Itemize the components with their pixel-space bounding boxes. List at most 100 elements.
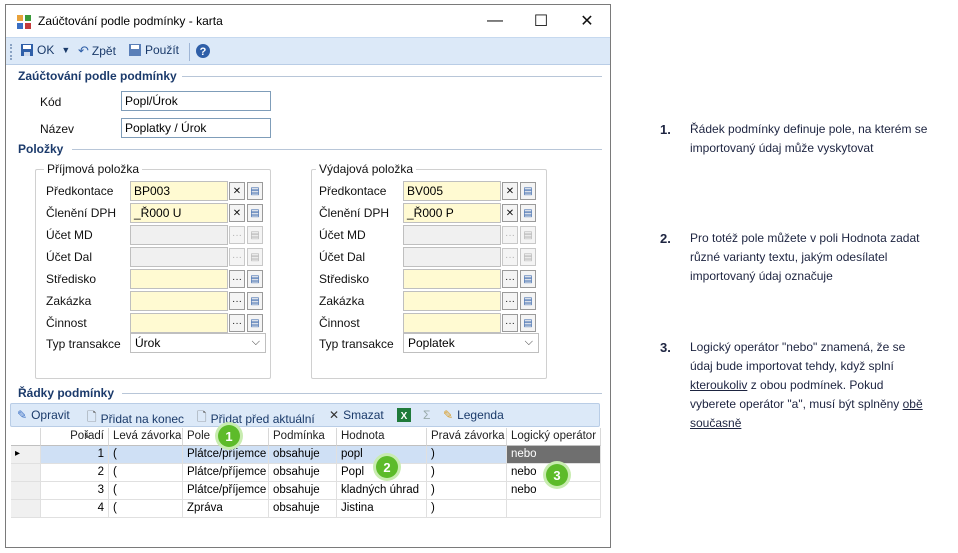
apply-button[interactable]: Použít <box>128 43 179 57</box>
clear-icon[interactable]: ✕ <box>502 182 518 200</box>
table-cell[interactable]: ) <box>427 500 507 518</box>
table-cell[interactable]: Jistina <box>337 500 427 518</box>
table-row[interactable]: 4(Zpráva obsahuje Jistina) <box>11 500 601 518</box>
expense-field-input[interactable]: _Ř000 P <box>403 203 501 223</box>
table-cell[interactable]: Plátce/příjemce <box>183 482 269 500</box>
table-cell[interactable]: ( <box>109 500 183 518</box>
row-selector[interactable]: ▸ <box>11 446 41 464</box>
column-header[interactable]: Pořadí <box>41 428 109 446</box>
expense-typ-select[interactable]: Poplatek ⌵ <box>403 333 539 353</box>
expense-field-input[interactable] <box>403 313 501 333</box>
lookup-table-icon[interactable]: ▤ <box>247 270 263 288</box>
table-cell[interactable]: obsahuje <box>269 446 337 464</box>
table-cell[interactable]: ) <box>427 482 507 500</box>
ellipsis-icon[interactable]: ··· <box>502 226 518 244</box>
column-header[interactable]: Hodnota <box>337 428 427 446</box>
expense-field-input[interactable] <box>403 291 501 311</box>
table-cell[interactable]: Plátce/příjemce <box>183 464 269 482</box>
excel-button[interactable]: X <box>397 408 411 422</box>
column-header[interactable]: Pravá závorka <box>427 428 507 446</box>
expense-field-input[interactable] <box>403 269 501 289</box>
lookup-table-icon[interactable]: ▤ <box>520 248 536 266</box>
table-cell[interactable] <box>507 500 601 518</box>
table-cell[interactable]: ) <box>427 464 507 482</box>
close-button[interactable]: ✕ <box>564 5 610 37</box>
table-cell[interactable]: obsahuje <box>269 482 337 500</box>
income-field-input[interactable] <box>130 225 228 245</box>
income-typ-select[interactable]: Úrok ⌵ <box>130 333 266 353</box>
lookup-table-icon[interactable]: ▤ <box>520 314 536 332</box>
lookup-table-icon[interactable]: ▤ <box>247 182 263 200</box>
ellipsis-icon[interactable]: ··· <box>229 292 245 310</box>
income-field-input[interactable]: BP003 <box>130 181 228 201</box>
table-cell[interactable]: Zpráva <box>183 500 269 518</box>
help-button[interactable]: ? <box>195 43 211 59</box>
table-cell[interactable]: ( <box>109 446 183 464</box>
row-selector[interactable] <box>11 500 41 518</box>
table-cell[interactable]: 1 <box>41 446 109 464</box>
clear-icon[interactable]: ✕ <box>229 182 245 200</box>
column-header[interactable]: Podmínka <box>269 428 337 446</box>
sum-button[interactable]: Σ <box>423 408 430 422</box>
ellipsis-icon[interactable]: ··· <box>502 314 518 332</box>
expense-field-input[interactable] <box>403 247 501 267</box>
ellipsis-icon[interactable]: ··· <box>229 226 245 244</box>
minimize-button[interactable]: — <box>472 5 518 37</box>
expense-field-input[interactable]: BV005 <box>403 181 501 201</box>
table-cell[interactable]: ( <box>109 482 183 500</box>
lookup-table-icon[interactable]: ▤ <box>247 248 263 266</box>
kod-input[interactable]: Popl/Úrok <box>121 91 271 111</box>
income-field-input[interactable] <box>130 291 228 311</box>
expense-field-input[interactable] <box>403 225 501 245</box>
add-before-button[interactable]: 🗋 Přidat před aktuální <box>197 408 315 429</box>
table-row[interactable]: ▸ 1(Plátce/příjemce obsahuje popl) nebo <box>11 446 601 464</box>
lookup-table-icon[interactable]: ▤ <box>520 204 536 222</box>
maximize-button[interactable]: ☐ <box>518 5 564 37</box>
lookup-table-icon[interactable]: ▤ <box>520 226 536 244</box>
clear-icon[interactable]: ✕ <box>502 204 518 222</box>
table-cell[interactable]: Plátce/příjemce <box>183 446 269 464</box>
table-cell[interactable]: 3 <box>41 482 109 500</box>
back-button[interactable]: ↶ Zpět <box>78 43 116 59</box>
row-selector[interactable] <box>11 464 41 482</box>
lookup-table-icon[interactable]: ▤ <box>520 270 536 288</box>
table-row[interactable]: 3(Plátce/příjemce obsahuje kladných úhrad)… <box>11 482 601 500</box>
table-cell[interactable]: obsahuje <box>269 464 337 482</box>
table-cell[interactable]: 4 <box>41 500 109 518</box>
column-header[interactable]: Levá závorka <box>109 428 183 446</box>
ellipsis-icon[interactable]: ··· <box>229 248 245 266</box>
table-cell[interactable]: kladných úhrad <box>337 482 427 500</box>
lookup-table-icon[interactable]: ▤ <box>247 226 263 244</box>
toolbar-grip[interactable] <box>10 44 12 60</box>
add-end-button[interactable]: 🗋 Přidat na konec <box>87 408 184 429</box>
table-cell[interactable]: 2 <box>41 464 109 482</box>
table-cell[interactable]: obsahuje <box>269 500 337 518</box>
column-header[interactable]: Logický operátor <box>507 428 601 446</box>
lookup-table-icon[interactable]: ▤ <box>247 204 263 222</box>
table-row[interactable]: 2(Plátce/příjemce obsahuje Popl) nebo <box>11 464 601 482</box>
ellipsis-icon[interactable]: ··· <box>502 248 518 266</box>
lookup-table-icon[interactable]: ▤ <box>247 314 263 332</box>
lookup-table-icon[interactable]: ▤ <box>247 292 263 310</box>
edit-button[interactable]: ✎ Opravit <box>17 408 70 422</box>
table-cell[interactable]: ( <box>109 464 183 482</box>
table-cell[interactable]: nebo <box>507 446 601 464</box>
ok-button[interactable]: OK ▼ <box>20 43 70 57</box>
nazev-input[interactable]: Poplatky / Úrok <box>121 118 271 138</box>
lookup-table-icon[interactable]: ▤ <box>520 292 536 310</box>
ellipsis-icon[interactable]: ··· <box>229 270 245 288</box>
delete-button[interactable]: ✕ Smazat <box>329 408 384 422</box>
legend-button[interactable]: ✎ Legenda <box>443 408 504 422</box>
ellipsis-icon[interactable]: ··· <box>502 292 518 310</box>
clear-icon[interactable]: ✕ <box>229 204 245 222</box>
row-selector[interactable] <box>11 482 41 500</box>
income-field-input[interactable] <box>130 247 228 267</box>
income-field-input[interactable]: _Ř000 U <box>130 203 228 223</box>
ellipsis-icon[interactable]: ··· <box>502 270 518 288</box>
income-field-input[interactable] <box>130 313 228 333</box>
income-field-input[interactable] <box>130 269 228 289</box>
table-cell[interactable]: ) <box>427 446 507 464</box>
lookup-table-icon[interactable]: ▤ <box>520 182 536 200</box>
dropdown-arrow-icon[interactable]: ▼ <box>61 45 70 55</box>
ellipsis-icon[interactable]: ··· <box>229 314 245 332</box>
